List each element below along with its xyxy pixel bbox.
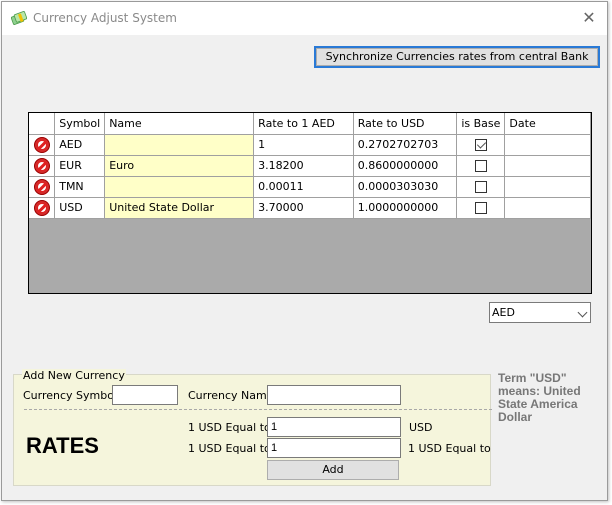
cell-symbol[interactable]: TMN <box>54 175 106 198</box>
rate2-label: 1 USD Equal to <box>188 442 271 455</box>
rate1-input[interactable] <box>267 417 401 437</box>
currency-symbol-input[interactable] <box>112 385 178 405</box>
cell-name[interactable]: United State Dollar <box>104 196 255 219</box>
delete-no-entry-icon[interactable] <box>33 178 50 195</box>
synchronize-rates-button[interactable]: Synchronize Currencies rates from centra… <box>314 46 600 68</box>
cell-rate-aed[interactable]: 0.00011 <box>253 175 354 198</box>
cell-rate-aed[interactable]: 1 <box>253 133 354 156</box>
window-title: Currency Adjust System <box>33 11 177 25</box>
grid-header-row: Symbol Name Rate to 1 AED Rate to USD is… <box>29 113 591 135</box>
column-header-icon <box>29 113 56 135</box>
close-icon: ✕ <box>582 8 596 27</box>
usd-term-note: Term "USD" means: United State America D… <box>498 371 581 424</box>
column-header-symbol[interactable]: Symbol <box>54 113 106 135</box>
currency-table: Symbol Name Rate to 1 AED Rate to USD is… <box>29 113 591 219</box>
cell-rate-aed[interactable]: 3.70000 <box>253 196 354 219</box>
cell-date[interactable] <box>504 196 591 219</box>
cell-date[interactable] <box>504 154 591 177</box>
cell-name[interactable] <box>104 175 255 198</box>
delete-no-entry-icon[interactable] <box>33 157 50 174</box>
cell-rate-aed[interactable]: 3.18200 <box>253 154 354 177</box>
table-row[interactable]: USD United State Dollar 3.70000 1.000000… <box>29 196 591 219</box>
add-new-currency-group: Add New Currency Currency Symbol: Curren… <box>13 369 492 486</box>
cell-date[interactable] <box>504 175 591 198</box>
is-base-checkbox[interactable] <box>474 181 487 193</box>
cell-date[interactable] <box>504 133 591 156</box>
cell-symbol[interactable]: USD <box>54 196 106 219</box>
currency-adjust-window: Currency Adjust System ✕ Synchronize Cur… <box>1 1 608 501</box>
is-base-checkbox[interactable] <box>474 139 487 151</box>
synchronize-rates-label: Synchronize Currencies rates from centra… <box>316 48 598 66</box>
delete-no-entry-icon[interactable] <box>33 199 50 216</box>
money-bundle-icon <box>11 11 27 25</box>
cell-rate-usd[interactable]: 0.2702702703 <box>352 133 458 156</box>
table-row[interactable]: TMN 0.00011 0.0000303030 <box>29 175 591 198</box>
add-button[interactable]: Add <box>267 460 399 480</box>
close-button[interactable]: ✕ <box>579 8 599 28</box>
base-currency-select[interactable]: AED <box>489 302 591 323</box>
chevron-down-icon <box>577 307 588 318</box>
rate2-suffix: 1 USD Equal to <box>408 442 491 455</box>
table-row[interactable]: AED 1 0.2702702703 <box>29 133 591 156</box>
rates-heading: RATES <box>26 433 99 458</box>
is-base-checkbox[interactable] <box>474 202 487 214</box>
cell-rate-usd[interactable]: 0.8600000000 <box>352 154 458 177</box>
cell-rate-usd[interactable]: 1.0000000000 <box>352 196 458 219</box>
rate1-suffix: USD <box>409 421 433 434</box>
cell-symbol[interactable]: EUR <box>54 154 106 177</box>
column-header-is-base[interactable]: is Base <box>456 113 506 135</box>
add-new-currency-label: Add New Currency <box>22 369 126 382</box>
column-header-date[interactable]: Date <box>504 113 591 135</box>
column-header-name[interactable]: Name <box>104 113 255 135</box>
table-row[interactable]: EUR Euro 3.18200 0.8600000000 <box>29 154 591 177</box>
delete-no-entry-icon[interactable] <box>33 136 50 153</box>
currency-grid[interactable]: Symbol Name Rate to 1 AED Rate to USD is… <box>28 112 592 294</box>
base-currency-value: AED <box>492 306 515 319</box>
rate2-input[interactable] <box>267 438 401 458</box>
cell-name[interactable]: Euro <box>104 154 255 177</box>
column-header-rate-usd[interactable]: Rate to USD <box>352 113 458 135</box>
cell-rate-usd[interactable]: 0.0000303030 <box>352 175 458 198</box>
title-bar: Currency Adjust System ✕ <box>2 2 607 35</box>
divider <box>24 409 492 410</box>
column-header-rate-aed[interactable]: Rate to 1 AED <box>253 113 354 135</box>
cell-symbol[interactable]: AED <box>54 133 106 156</box>
cell-name[interactable] <box>104 133 255 156</box>
currency-name-label: Currency Name: <box>188 389 278 402</box>
is-base-checkbox[interactable] <box>474 160 487 172</box>
rate1-label: 1 USD Equal to <box>188 421 271 434</box>
currency-symbol-label: Currency Symbol: <box>23 389 121 402</box>
currency-name-input[interactable] <box>267 385 401 405</box>
